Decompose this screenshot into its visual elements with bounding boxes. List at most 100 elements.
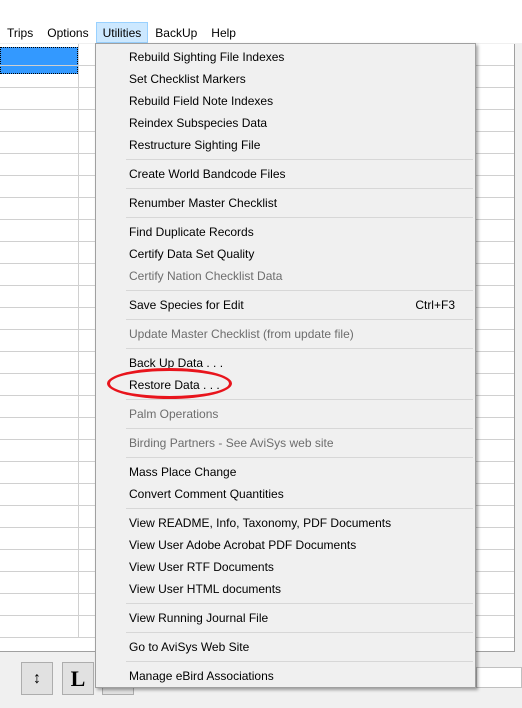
menu-item-label: View User Adobe Acrobat PDF Documents	[129, 538, 357, 552]
column-divider	[78, 110, 79, 131]
column-divider	[78, 308, 79, 329]
menu-item-label: Certify Nation Checklist Data	[129, 269, 283, 283]
menu-item-go-to-avisys-web-site[interactable]: Go to AviSys Web Site	[96, 636, 475, 658]
menu-item-label: Reindex Subspecies Data	[129, 116, 268, 130]
menu-item-convert-comment-quantities[interactable]: Convert Comment Quantities	[96, 483, 475, 505]
sort-button[interactable]: ↕	[21, 662, 53, 695]
menu-item-mass-place-change[interactable]: Mass Place Change	[96, 461, 475, 483]
menu-separator	[126, 457, 473, 458]
menu-item-rebuild-field-note-indexes[interactable]: Rebuild Field Note Indexes	[96, 90, 475, 112]
menu-item-certify-nation-checklist-data: Certify Nation Checklist Data	[96, 265, 475, 287]
column-divider	[78, 66, 79, 87]
column-divider	[78, 616, 79, 637]
menu-item-renumber-master-checklist[interactable]: Renumber Master Checklist	[96, 192, 475, 214]
shortcut-label: Ctrl+F3	[415, 298, 455, 312]
menu-item-label: Birding Partners - See AviSys web site	[129, 436, 334, 450]
column-divider	[78, 418, 79, 439]
column-divider	[78, 264, 79, 285]
menu-item-label: View Running Journal File	[129, 611, 269, 625]
menu-separator	[126, 217, 473, 218]
menu-item-label: Palm Operations	[129, 407, 219, 421]
menu-item-label: Certify Data Set Quality	[129, 247, 255, 261]
annotation-ellipse	[107, 368, 232, 399]
menu-separator	[126, 159, 473, 160]
menu-item-set-checklist-markers[interactable]: Set Checklist Markers	[96, 68, 475, 90]
menu-item-label: Mass Place Change	[129, 465, 237, 479]
menu-separator	[126, 661, 473, 662]
menu-item-label: Find Duplicate Records	[129, 225, 254, 239]
menu-item-update-master-checklist-from-update-file: Update Master Checklist (from update fil…	[96, 323, 475, 345]
column-divider	[78, 374, 79, 395]
l-button[interactable]: L	[62, 662, 94, 695]
menu-item-label: View User HTML documents	[129, 582, 282, 596]
menu-separator	[126, 399, 473, 400]
menu-item-view-running-journal-file[interactable]: View Running Journal File	[96, 607, 475, 629]
menu-backup[interactable]: BackUp	[148, 22, 204, 43]
column-divider	[78, 220, 79, 241]
column-divider	[78, 484, 79, 505]
menu-separator	[126, 188, 473, 189]
column-divider	[78, 594, 79, 615]
menu-item-reindex-subspecies-data[interactable]: Reindex Subspecies Data	[96, 112, 475, 134]
column-divider	[78, 550, 79, 571]
menu-item-save-species-for-edit[interactable]: Save Species for Edit Ctrl+F3	[96, 294, 475, 316]
menu-item-view-readme-info-taxonomy-pdf-documents[interactable]: View README, Info, Taxonomy, PDF Documen…	[96, 512, 475, 534]
menu-item-rebuild-sighting-file-indexes[interactable]: Rebuild Sighting File Indexes	[96, 46, 475, 68]
column-divider	[78, 396, 79, 417]
menu-item-label: Convert Comment Quantities	[129, 487, 284, 501]
menu-item-label: Update Master Checklist (from update fil…	[129, 327, 354, 341]
column-divider	[78, 506, 79, 527]
menu-item-label: Create World Bandcode Files	[129, 167, 286, 181]
column-divider	[78, 462, 79, 483]
column-divider	[78, 132, 79, 153]
menu-item-certify-data-set-quality[interactable]: Certify Data Set Quality	[96, 243, 475, 265]
menu-item-label: Rebuild Field Note Indexes	[129, 94, 274, 108]
column-divider	[78, 572, 79, 593]
column-divider	[78, 286, 79, 307]
column-divider	[78, 44, 79, 65]
menu-utilities[interactable]: Utilities	[95, 22, 149, 43]
menu-item-restructure-sighting-file[interactable]: Restructure Sighting File	[96, 134, 475, 156]
menu-item-view-user-rtf-documents[interactable]: View User RTF Documents	[96, 556, 475, 578]
column-divider	[78, 242, 79, 263]
column-divider	[78, 330, 79, 351]
menu-options[interactable]: Options	[40, 22, 95, 43]
menu-item-view-user-adobe-acrobat-pdf-documents[interactable]: View User Adobe Acrobat PDF Documents	[96, 534, 475, 556]
menu-separator	[126, 632, 473, 633]
menu-item-label: Go to AviSys Web Site	[129, 640, 250, 654]
menu-item-birding-partners-see-avisys-web-site: Birding Partners - See AviSys web site	[96, 432, 475, 454]
menu-item-manage-ebird-associations[interactable]: Manage eBird Associations	[96, 665, 475, 687]
menu-item-label: Rebuild Sighting File Indexes	[129, 50, 285, 64]
menu-item-label: View User RTF Documents	[129, 560, 274, 574]
menu-item-label: Restructure Sighting File	[129, 138, 261, 152]
menu-separator	[126, 348, 473, 349]
menu-separator	[126, 603, 473, 604]
menu-item-view-user-html-documents[interactable]: View User HTML documents	[96, 578, 475, 600]
menu-item-label: Manage eBird Associations	[129, 669, 274, 683]
menu-bar: Trips Options Utilities BackUp Help	[0, 22, 522, 43]
menu-help[interactable]: Help	[204, 22, 243, 43]
menu-item-label: Save Species for Edit	[129, 298, 244, 312]
menu-separator	[126, 290, 473, 291]
status-field	[476, 667, 522, 688]
column-divider	[78, 154, 79, 175]
menu-trips[interactable]: Trips	[0, 22, 40, 43]
up-down-arrow-icon: ↕	[33, 669, 41, 687]
column-divider	[78, 528, 79, 549]
menu-item-label: Renumber Master Checklist	[129, 196, 278, 210]
title-area	[0, 0, 522, 22]
menu-item-find-duplicate-records[interactable]: Find Duplicate Records	[96, 221, 475, 243]
utilities-menu: Rebuild Sighting File Indexes Set Checkli…	[95, 43, 476, 688]
column-divider	[78, 88, 79, 109]
column-divider	[78, 198, 79, 219]
column-divider	[78, 176, 79, 197]
menu-item-label: View README, Info, Taxonomy, PDF Documen…	[129, 516, 392, 530]
menu-separator	[126, 428, 473, 429]
menu-item-label: Set Checklist Markers	[129, 72, 246, 86]
menu-separator	[126, 508, 473, 509]
menu-separator	[126, 319, 473, 320]
column-divider	[78, 440, 79, 461]
column-divider	[78, 352, 79, 373]
menu-item-palm-operations: Palm Operations	[96, 403, 475, 425]
menu-item-create-world-bandcode-files[interactable]: Create World Bandcode Files	[96, 163, 475, 185]
